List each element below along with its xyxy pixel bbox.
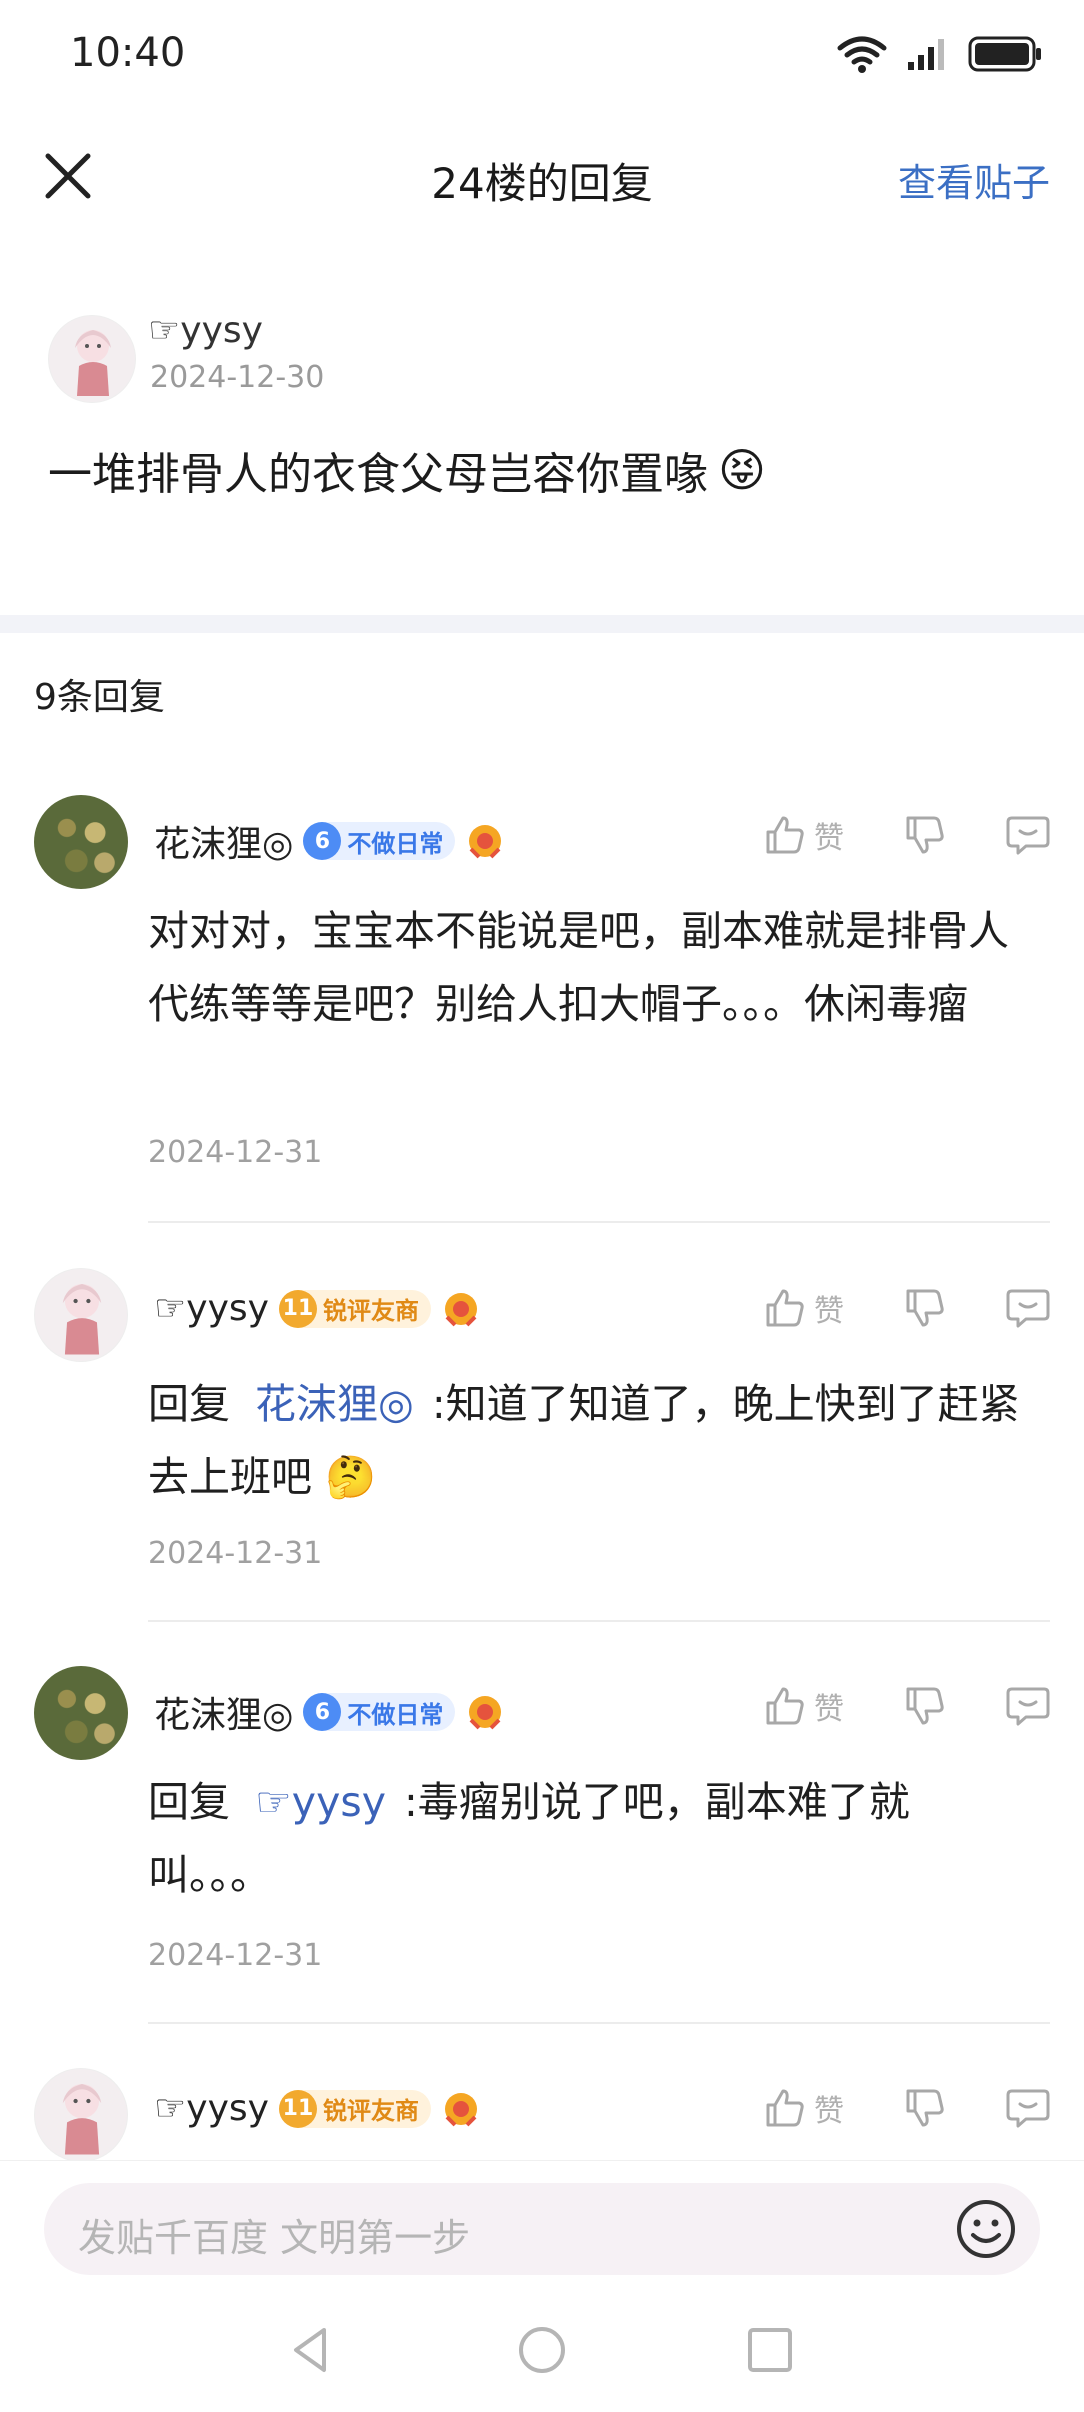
reply-item: 花沫狸◎ 6 不做日常 赞 对对对，宝宝本不能说是吧，副本难就是排骨人代练等等是… [0,795,1084,1225]
close-icon[interactable] [40,148,96,204]
fan-badge-icon [469,1696,502,1730]
reply-author[interactable]: ☞yysy [154,1288,269,1329]
reply-header: ☞yysy 11 锐评友商 [154,1288,481,1329]
badge-label: 不做日常 [347,829,444,858]
status-icons [836,34,1044,74]
status-time: 10:40 [70,30,186,76]
reply-text: 回复 花沫狸◎:知道了知道了，晚上快到了赶紧去上班吧 🤔 [148,1368,1048,1514]
thumbs-up-icon [766,2089,804,2127]
thumbs-down-icon[interactable] [904,814,946,856]
signal-icon [908,39,944,70]
comment-icon[interactable] [1006,814,1050,856]
reply-header: 花沫狸◎ 6 不做日常 [154,1686,505,1738]
level-number: 11 [278,1289,317,1328]
level-number: 6 [303,822,342,860]
girl-avatar-icon [62,2083,102,2155]
like-label: 赞 [814,2094,844,2129]
reply-actions: 赞 [764,1684,1050,1728]
fan-badge-icon [444,2092,477,2126]
reply-count: 9条回复 [34,677,165,718]
level-badge: 11 锐评友商 [278,2089,431,2128]
avatar[interactable] [48,315,136,403]
avatar[interactable] [34,795,128,889]
post-date: 2024-12-30 [150,360,325,395]
reply-header: ☞yysy 11 锐评友商 [154,2088,481,2129]
home-icon[interactable] [514,2322,570,2378]
reply-item: 花沫狸◎ 6 不做日常 赞 回复 ☞yysy:毒瘤别说了吧，副本难了就叫。。。 … [0,1666,1084,2026]
mention-link[interactable]: ☞yysy [255,1778,386,1826]
reply-date: 2024-12-31 [148,1135,323,1170]
comment-icon[interactable] [1006,2087,1050,2129]
reply-header: 花沫狸◎ 6 不做日常 [154,815,505,867]
post-text: 一堆排骨人的衣食父母岂容你置喙 [48,449,708,500]
reply-author[interactable]: ☞yysy [154,2088,269,2129]
badge-label: 锐评友商 [322,1297,419,1325]
level-number: 11 [278,2089,317,2128]
reply-item: ☞yysy 11 锐评友商 赞 回复 花沫狸◎:知道了知道了，晚上快到了赶紧去上… [0,1268,1084,1623]
reply-actions: 赞 [764,2086,1050,2130]
comment-icon[interactable] [1006,1287,1050,1329]
reply-divider [148,1221,1050,1223]
section-divider [0,615,1084,633]
fan-badge-icon [444,1292,477,1326]
thumbs-up-icon [766,1289,804,1327]
thumbs-up-icon [766,816,804,854]
reply-input[interactable]: 发贴千百度 文明第一步 [44,2183,1040,2275]
level-badge: 11 锐评友商 [278,1289,431,1328]
like-button[interactable]: 赞 [764,813,844,857]
badge-label: 不做日常 [347,1700,444,1729]
thumbs-up-icon [766,1687,804,1725]
reply-author[interactable]: 花沫狸◎ [154,1686,293,1738]
reply-prefix: 回复 [148,1380,230,1428]
battery-icon [968,36,1041,72]
post-author[interactable]: ☞yysy [148,310,263,351]
reply-body: 对对对，宝宝本不能说是吧，副本难就是排骨人代练等等是吧？别给人扣大帽子。。。休闲… [148,907,1009,1028]
girl-avatar-icon [75,330,111,396]
girl-avatar-icon [62,1283,102,1355]
like-button[interactable]: 赞 [764,1684,844,1728]
like-label: 赞 [814,1294,844,1329]
reply-prefix: 回复 [148,1778,230,1826]
like-label: 赞 [814,821,844,856]
mention-link[interactable]: 花沫狸◎ [255,1380,414,1428]
emoji: 🤔 [325,1453,377,1501]
reply-date: 2024-12-31 [148,1938,323,1973]
reply-actions: 赞 [764,813,1050,857]
reply-date: 2024-12-31 [148,1536,323,1571]
like-button[interactable]: 赞 [764,1286,844,1330]
reply-divider [148,2022,1050,2024]
post-content: 一堆排骨人的衣食父母岂容你置喙 😝 [48,438,766,502]
reply-text: 对对对，宝宝本不能说是吧，副本难就是排骨人代练等等是吧？别给人扣大帽子。。。休闲… [148,895,1048,1041]
reply-author[interactable]: 花沫狸◎ [154,815,293,867]
level-badge: 6 不做日常 [303,822,456,860]
emoji: 😝 [718,443,766,497]
level-badge: 6 不做日常 [303,1693,456,1731]
comment-icon[interactable] [1006,1685,1050,1727]
reply-text: 回复 ☞yysy:毒瘤别说了吧，副本难了就叫。。。 [148,1766,968,1912]
reply-actions: 赞 [764,1286,1050,1330]
emoji-icon[interactable] [954,2197,1018,2261]
back-icon[interactable] [284,2322,340,2378]
reply-divider [148,1620,1050,1622]
thumbs-down-icon[interactable] [904,1287,946,1329]
input-placeholder: 发贴千百度 文明第一步 [78,2216,471,2260]
view-post-link[interactable]: 查看贴子 [898,152,1050,207]
level-number: 6 [303,1693,342,1731]
like-label: 赞 [814,1692,844,1727]
wifi-icon [837,36,887,73]
avatar[interactable] [34,1268,128,1362]
status-bar: 10:40 [0,0,1084,110]
avatar[interactable] [34,2068,128,2160]
thumbs-down-icon[interactable] [904,2087,946,2129]
system-nav-bar [0,2300,1084,2412]
recents-icon[interactable] [742,2322,798,2378]
reply-item: ☞yysy 11 锐评友商 赞 [0,2068,1084,2160]
fan-badge-icon [469,825,502,859]
header: 24楼的回复 查看贴子 [0,110,1084,240]
like-button[interactable]: 赞 [764,2086,844,2130]
avatar[interactable] [34,1666,128,1760]
badge-label: 锐评友商 [322,2097,419,2125]
thumbs-down-icon[interactable] [904,1685,946,1727]
